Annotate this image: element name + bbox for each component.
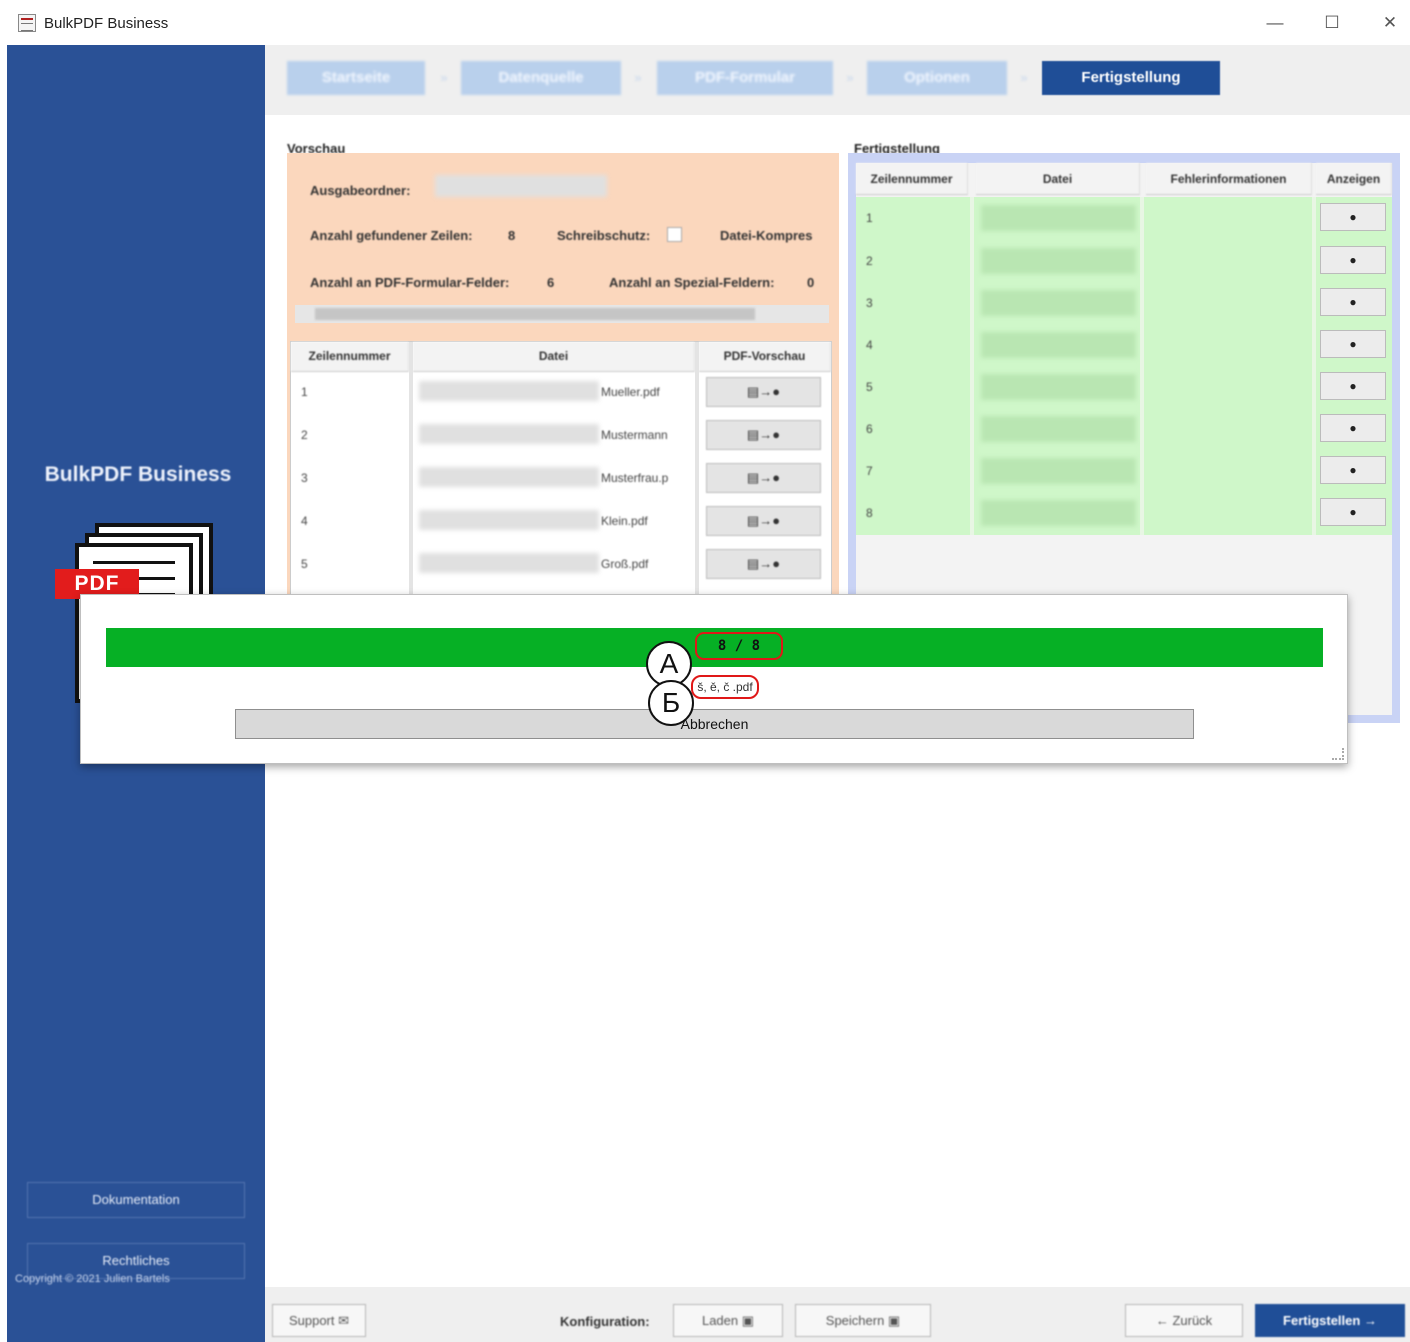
step-fertigstellung[interactable]: Fertigstellung (1042, 61, 1220, 95)
zeilen-label: Anzahl gefundener Zeilen: (310, 228, 473, 243)
copyright-text: Copyright © 2021 Julien Bartels (15, 1273, 170, 1285)
step-arrow-icon: » (440, 70, 448, 85)
step-arrow-icon: » (846, 70, 854, 85)
resize-grip-icon[interactable] (1332, 748, 1344, 760)
row-file: Groß.pdf (601, 557, 649, 571)
minimize-button[interactable]: — (1260, 10, 1290, 36)
pdf-preview-button[interactable]: ▤→● (706, 377, 821, 407)
finish-button[interactable]: Fertigstellen → (1255, 1304, 1405, 1337)
row-number: 4 (866, 338, 873, 352)
view-eye-button[interactable]: ● (1320, 246, 1386, 274)
column-header[interactable]: Zeilennummer (291, 342, 409, 372)
horizontal-scrollbar[interactable] (295, 305, 829, 323)
column-header[interactable]: Anzeigen (1316, 163, 1392, 195)
pdf-preview-button[interactable]: ▤→● (706, 506, 821, 536)
view-eye-button[interactable]: ● (1320, 330, 1386, 358)
step-startseite[interactable]: Startseite (287, 61, 425, 95)
maximize-button[interactable]: ☐ (1317, 10, 1347, 36)
step-optionen[interactable]: Optionen (867, 61, 1007, 95)
current-file-label: š, ě, č .pdf (691, 675, 759, 699)
row-number: 4 (301, 514, 308, 528)
config-label: Konfiguration: (560, 1314, 650, 1329)
progress-counter: 8 / 8 (695, 632, 783, 660)
wizard-steps: Startseite » Datenquelle » PDF-Formular … (265, 45, 1410, 115)
view-eye-button[interactable]: ● (1320, 456, 1386, 484)
documentation-button[interactable]: Dokumentation (27, 1182, 245, 1218)
view-eye-button[interactable]: ● (1320, 288, 1386, 316)
schreibschutz-label: Schreibschutz: (557, 228, 651, 243)
specialfields-value: 0 (807, 275, 815, 290)
zeilen-value: 8 (508, 228, 516, 243)
annotation-marker-b: Б (648, 680, 694, 726)
row-number: 5 (301, 557, 308, 571)
window-title: BulkPDF Business (44, 15, 169, 32)
vorschau-panel: Ausgabeordner: Anzahl gefundener Zeilen:… (287, 153, 839, 599)
step-arrow-icon: » (1020, 70, 1028, 85)
ausgabeordner-value (435, 175, 607, 197)
view-eye-button[interactable]: ● (1320, 414, 1386, 442)
row-number: 3 (866, 296, 873, 310)
specialfields-label: Anzahl an Spezial-Feldern: (609, 275, 775, 290)
progress-bar: 8 / 8 (106, 628, 1323, 667)
row-file: Mueller.pdf (601, 385, 660, 399)
step-arrow-icon: » (634, 70, 642, 85)
close-button[interactable]: ✕ (1375, 10, 1405, 36)
kompression-label: Datei-Kompres (720, 228, 813, 243)
row-number: 1 (301, 385, 308, 399)
column-header[interactable]: PDF-Vorschau (699, 342, 831, 372)
app-icon (18, 14, 36, 32)
row-number: 8 (866, 506, 873, 520)
column-header[interactable]: Zeilennummer (856, 163, 968, 195)
view-eye-button[interactable]: ● (1320, 498, 1386, 526)
column-header[interactable]: Datei (413, 342, 695, 372)
progress-dialog: 8 / 8 š, ě, č .pdf Abbrechen (80, 594, 1348, 764)
row-number: 2 (301, 428, 308, 442)
pdf-preview-button[interactable]: ▤→● (706, 420, 821, 450)
footer-bar: Support ✉ Konfiguration: Laden ▣ Speiche… (265, 1287, 1410, 1342)
back-button[interactable]: ← Zurück (1125, 1304, 1243, 1337)
formfields-value: 6 (547, 275, 555, 290)
save-config-button[interactable]: Speichern ▣ (795, 1304, 931, 1337)
row-number: 6 (866, 422, 873, 436)
row-file: Klein.pdf (601, 514, 648, 528)
load-config-button[interactable]: Laden ▣ (673, 1304, 783, 1337)
column-header[interactable]: Datei (976, 163, 1140, 195)
support-button[interactable]: Support ✉ (272, 1304, 366, 1337)
step-datenquelle[interactable]: Datenquelle (461, 61, 621, 95)
step-pdf-formular[interactable]: PDF-Formular (657, 61, 833, 95)
schreibschutz-checkbox[interactable] (667, 227, 682, 242)
pdf-preview-button[interactable]: ▤→● (706, 463, 821, 493)
ausgabeordner-label: Ausgabeordner: (310, 183, 411, 198)
view-eye-button[interactable]: ● (1320, 203, 1386, 231)
formfields-label: Anzahl an PDF-Formular-Felder: (310, 275, 510, 290)
cancel-button[interactable]: Abbrechen (235, 709, 1194, 739)
column-header[interactable]: Fehlerinformationen (1146, 163, 1312, 195)
row-number: 3 (301, 471, 308, 485)
preview-table: Zeilennummer Datei PDF-Vorschau 1 Muelle… (290, 341, 832, 599)
row-file: Mustermann (601, 428, 668, 442)
row-number: 5 (866, 380, 873, 394)
title-bar: BulkPDF Business — ☐ ✕ (0, 0, 1410, 45)
row-number: 7 (866, 464, 873, 478)
view-eye-button[interactable]: ● (1320, 372, 1386, 400)
row-number: 1 (866, 211, 873, 225)
brand-title: BulkPDF Business (44, 463, 232, 486)
row-number: 2 (866, 254, 873, 268)
pdf-preview-button[interactable]: ▤→● (706, 549, 821, 579)
row-file: Musterfrau.p (601, 471, 669, 485)
